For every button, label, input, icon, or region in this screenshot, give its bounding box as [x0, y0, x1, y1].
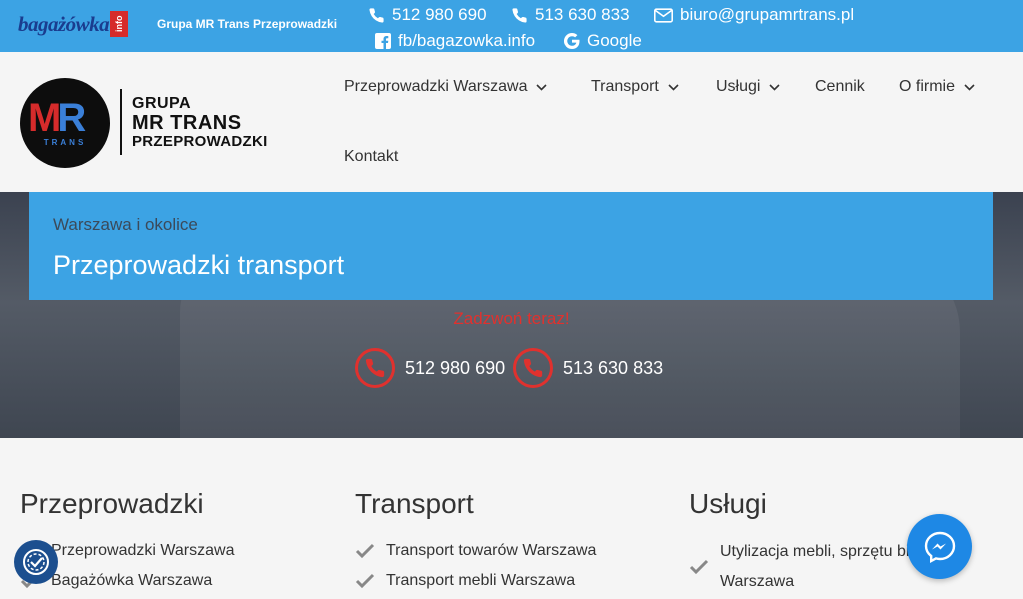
- facebook-icon: [375, 33, 391, 49]
- list-item-text: Transport towarów Warszawa: [386, 542, 597, 559]
- bagazowka-logo[interactable]: bagażówka info: [18, 11, 129, 37]
- list-item-text: Transport mebli Warszawa: [386, 572, 576, 589]
- site-header: MR TRANS GRUPA MR TRANS PRZEPROWADZKI Pr…: [0, 52, 1023, 192]
- hero-phone-1-text: 512 980 690: [405, 357, 506, 378]
- chevron-down-icon: [769, 83, 781, 91]
- column-title-przeprowadzki: Przeprowadzki: [20, 488, 204, 519]
- page-title: Przeprowadzki transport: [53, 250, 345, 280]
- envelope-icon: [654, 7, 673, 23]
- logo-line-3: PRZEPROWADZKI: [132, 133, 268, 150]
- phone-icon: [512, 7, 527, 23]
- phone-circle-icon: [513, 348, 553, 388]
- topbar-google[interactable]: Google: [564, 31, 642, 51]
- topbar-phone-2-text: 513 630 833: [535, 5, 630, 24]
- logo-wordmark[interactable]: GRUPA MR TRANS PRZEPROWADZKI: [132, 95, 268, 150]
- logo-line-1: GRUPA: [132, 95, 192, 112]
- mr-logo-mark: MR: [28, 96, 86, 140]
- topbar-email-text: biuro@grupamrtrans.pl: [680, 5, 855, 24]
- nav-przeprowadzki-warszawa[interactable]: Przeprowadzki Warszawa: [344, 78, 548, 96]
- check-icon: [689, 559, 709, 575]
- topbar-facebook-text: fb/bagazowka.info: [398, 31, 536, 50]
- hero-phone-2-text: 513 630 833: [563, 357, 664, 378]
- nav-label: Kontakt: [344, 148, 399, 165]
- list-item[interactable]: Transport towarów Warszawa: [355, 542, 596, 560]
- topbar-google-text: Google: [587, 31, 642, 50]
- topbar-email[interactable]: biuro@grupamrtrans.pl: [654, 5, 854, 25]
- messenger-icon: [924, 531, 955, 563]
- list-item[interactable]: Utylizacja mebli, sprzętu biur Warszawa: [689, 542, 924, 597]
- nav-cennik[interactable]: Cennik: [815, 78, 865, 96]
- check-icon: [355, 573, 375, 589]
- chevron-down-icon: [536, 83, 548, 91]
- nav-transport[interactable]: Transport: [591, 78, 679, 96]
- bagazowka-logo-badge: info: [110, 11, 129, 37]
- chevron-down-icon: [668, 83, 679, 91]
- check-icon: [355, 543, 375, 559]
- mr-logo-sub: TRANS: [43, 138, 87, 147]
- phone-icon: [369, 7, 384, 23]
- topbar-phone-2[interactable]: 513 630 833: [511, 5, 630, 25]
- mr-trans-logo[interactable]: MR TRANS: [20, 78, 110, 168]
- company-name: Grupa MR Trans Przeprowadzki: [157, 17, 338, 31]
- bagazowka-logo-text: bagażówka: [18, 11, 110, 36]
- topbar-phone-1[interactable]: 512 980 690: [368, 5, 487, 25]
- phone-circle-icon: [355, 348, 395, 388]
- messenger-chat-button[interactable]: [907, 514, 972, 579]
- list-item-text: Warszawa: [720, 573, 795, 590]
- chevron-down-icon: [964, 83, 975, 91]
- hero-phone-2[interactable]: 513 630 833: [513, 348, 663, 388]
- top-bar: bagażówka info Grupa MR Trans Przeprowad…: [0, 0, 1023, 52]
- logo-divider: [120, 89, 122, 155]
- nav-label: Przeprowadzki Warszawa: [344, 78, 528, 95]
- nav-label: Usługi: [716, 78, 761, 95]
- nav-label: Cennik: [815, 78, 865, 95]
- page-subtitle: Warszawa i okolice: [53, 215, 198, 234]
- logo-line-2: MR TRANS: [132, 112, 242, 134]
- page-title-box: Warszawa i okolice Przeprowadzki transpo…: [29, 192, 993, 300]
- list-item-text: Bagażówka Warszawa: [51, 572, 213, 589]
- topbar-phone-1-text: 512 980 690: [392, 5, 487, 24]
- nav-uslugi[interactable]: Usługi: [716, 78, 781, 96]
- call-now-label: Zadzwoń teraz!: [453, 309, 570, 328]
- google-icon: [564, 33, 580, 49]
- hero-phone-1[interactable]: 512 980 690: [355, 348, 505, 388]
- nav-label: Transport: [591, 78, 659, 95]
- nav-o-firmie[interactable]: O firmie: [899, 78, 975, 96]
- list-item-text: Utylizacja mebli, sprzętu biur: [720, 543, 924, 560]
- accessibility-icon: [23, 549, 49, 575]
- list-item[interactable]: Transport mebli Warszawa: [355, 572, 575, 590]
- nav-label: O firmie: [899, 78, 955, 95]
- accessibility-button[interactable]: [14, 540, 58, 584]
- column-title-uslugi: Usługi: [689, 488, 767, 519]
- list-item-text-wrap: Utylizacja mebli, sprzętu biur Warszawa: [720, 537, 924, 597]
- topbar-facebook[interactable]: fb/bagazowka.info: [375, 31, 535, 51]
- list-item-text: Przeprowadzki Warszawa: [51, 542, 235, 559]
- column-title-transport: Transport: [355, 488, 474, 519]
- nav-kontakt[interactable]: Kontakt: [344, 148, 398, 166]
